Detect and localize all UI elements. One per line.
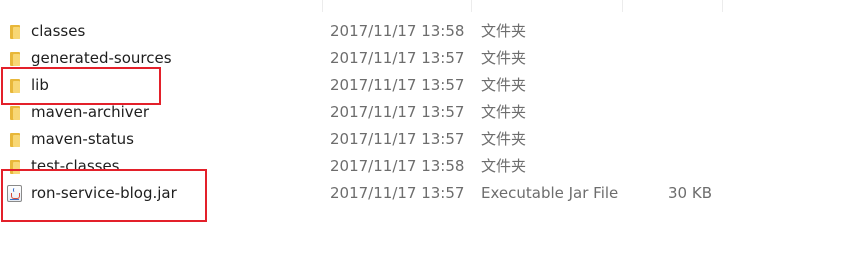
file-type: 文件夹: [481, 157, 527, 175]
file-modified-date: 2017/11/17 13:57: [330, 184, 465, 202]
file-type: 文件夹: [481, 103, 527, 121]
file-row-classes[interactable]: classes 2017/11/17 13:58 文件夹: [0, 18, 844, 45]
column-divider[interactable]: [471, 0, 472, 12]
file-size: 30 KB: [668, 184, 712, 202]
column-divider[interactable]: [722, 0, 723, 12]
folder-icon: [10, 132, 20, 147]
folder-icon: [10, 51, 20, 66]
file-type: 文件夹: [481, 130, 527, 148]
file-size: [640, 18, 712, 45]
highlight-box-lib: [1, 67, 161, 105]
file-row-maven-status[interactable]: maven-status 2017/11/17 13:57 文件夹: [0, 126, 844, 153]
file-size: [640, 72, 712, 99]
file-size: [640, 153, 712, 180]
file-type: 文件夹: [481, 76, 527, 94]
column-divider[interactable]: [622, 0, 623, 12]
file-type: 文件夹: [481, 22, 527, 40]
file-modified-date: 2017/11/17 13:57: [330, 49, 465, 67]
column-divider[interactable]: [322, 0, 323, 12]
file-modified-date: 2017/11/17 13:58: [330, 157, 465, 175]
highlight-box-jar-file: [1, 169, 207, 222]
file-type: Executable Jar File: [481, 184, 619, 202]
folder-icon: [10, 105, 20, 120]
file-name: maven-status: [31, 130, 134, 148]
file-size: [640, 45, 712, 72]
file-modified-date: 2017/11/17 13:57: [330, 103, 465, 121]
file-size: [640, 126, 712, 153]
file-size: [640, 99, 712, 126]
file-modified-date: 2017/11/17 13:57: [330, 76, 465, 94]
file-type: 文件夹: [481, 49, 527, 67]
file-modified-date: 2017/11/17 13:57: [330, 130, 465, 148]
file-name: classes: [31, 22, 86, 40]
file-explorer-view: classes 2017/11/17 13:58 文件夹 generated-s…: [0, 0, 844, 257]
folder-icon: [10, 24, 20, 39]
file-modified-date: 2017/11/17 13:58: [330, 22, 465, 40]
